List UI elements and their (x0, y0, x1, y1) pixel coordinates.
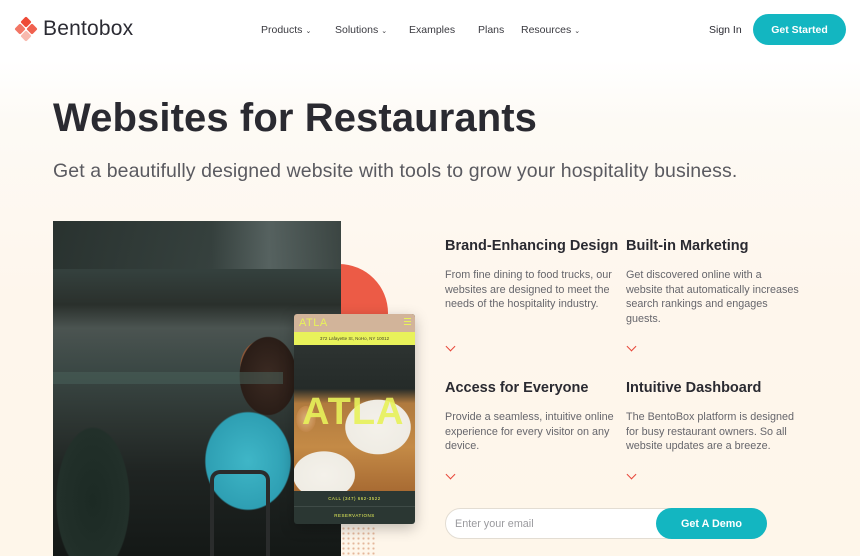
photo-window-reflection (53, 221, 341, 269)
site-header: Bentobox Products ⌄ Solutions ⌄ Examples… (0, 0, 860, 60)
photo-chair (210, 470, 270, 556)
chevron-down-icon: ⌄ (574, 28, 581, 35)
feature-access-for-everyone: Access for Everyone Provide a seamless, … (445, 380, 620, 480)
feature-brand-enhancing-design: Brand-Enhancing Design From fine dining … (445, 238, 620, 352)
photo-bar-shelf (53, 372, 283, 384)
logo-text: Bentobox (43, 17, 134, 40)
logo[interactable]: Bentobox (14, 16, 134, 42)
chevron-down-icon[interactable] (626, 469, 637, 480)
nav-item-label: Plans (478, 24, 505, 36)
mockup-call-button: CALL (347) 662-3522 (294, 491, 415, 507)
mockup-reservations-button: RESERVATIONS (334, 512, 375, 518)
mockup-brand: ATLA (299, 317, 328, 329)
feature-body: Provide a seamless, intuitive online exp… (445, 411, 614, 453)
feature-title: Access for Everyone (445, 380, 589, 396)
nav-item-label: Solutions (335, 24, 379, 36)
feature-body: Get discovered online with a website tha… (626, 269, 799, 325)
feature-title: Brand-Enhancing Design (445, 238, 619, 254)
feature-title: Built-in Marketing (626, 238, 749, 254)
nav-item-resources[interactable]: Resources ⌄ (521, 24, 580, 36)
chevron-down-icon[interactable] (626, 341, 637, 352)
nav-item-products[interactable]: Products ⌄ (261, 24, 335, 36)
chevron-down-icon: ⌄ (305, 28, 312, 35)
email-input[interactable] (446, 509, 656, 538)
page-subtitle: Get a beautifully designed website with … (53, 160, 738, 182)
mockup-big-title: ATLA (302, 391, 405, 433)
nav-item-label: Products (261, 24, 303, 36)
get-started-button[interactable]: Get Started (753, 14, 846, 45)
nav-item-examples[interactable]: Examples (409, 24, 478, 36)
sign-in-link[interactable]: Sign In (709, 24, 742, 36)
chevron-down-icon: ⌄ (381, 28, 388, 35)
feature-body: From fine dining to food trucks, our web… (445, 269, 612, 311)
page-title: Websites for Restaurants (53, 96, 538, 140)
get-a-demo-button[interactable]: Get A Demo (656, 508, 767, 539)
bentobox-logo-icon (14, 16, 38, 42)
nav-item-solutions[interactable]: Solutions ⌄ (335, 24, 409, 36)
mockup-header: ATLA (294, 314, 415, 332)
feature-built-in-marketing: Built-in Marketing Get discovered online… (626, 238, 801, 352)
main-nav: Products ⌄ Solutions ⌄ Examples Plans Re… (261, 24, 580, 36)
nav-item-label: Resources (521, 24, 572, 36)
decorative-dot-pattern (341, 526, 375, 556)
feature-intuitive-dashboard: Intuitive Dashboard The BentoBox platfor… (626, 380, 801, 480)
mockup-address: 372 Lafayette St, NoHo, NY 10012 (294, 332, 415, 345)
hamburger-menu-icon (404, 318, 411, 325)
nav-item-label: Examples (409, 24, 456, 36)
nav-item-plans[interactable]: Plans (478, 24, 521, 36)
mockup-food-image: ATLA (294, 345, 415, 491)
feature-title: Intuitive Dashboard (626, 380, 762, 396)
feature-body: The BentoBox platform is designed for bu… (626, 411, 795, 453)
chevron-down-icon[interactable] (445, 341, 456, 352)
chevron-down-icon[interactable] (445, 469, 456, 480)
website-mockup: ATLA 372 Lafayette St, NoHo, NY 10012 AT… (294, 314, 415, 524)
